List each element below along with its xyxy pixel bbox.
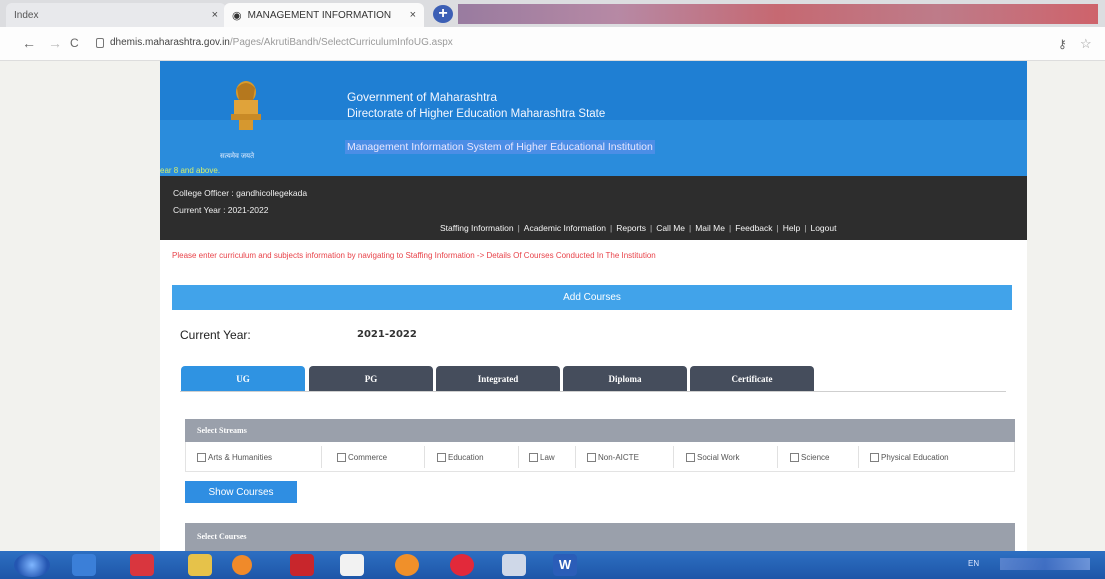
tab-title: Index [14,9,39,21]
system-tray-language[interactable]: EN [968,559,979,568]
current-year-label: Current Year : 2021-2022 [173,205,269,215]
media-player-icon[interactable] [232,555,252,575]
show-courses-button[interactable]: Show Courses [185,481,297,503]
firefox-icon[interactable] [395,554,419,576]
menu-separator: | [689,223,692,233]
ie-browser-icon[interactable] [72,554,96,576]
checkbox[interactable] [337,453,346,462]
menu-separator: | [517,223,520,233]
url-host: dhemis.maharashtra.gov.in [110,37,230,48]
tab-diploma[interactable]: Diploma [563,366,687,392]
opera-icon[interactable] [450,554,474,576]
stream-commerce[interactable]: Commerce [337,453,387,462]
menu-call-me[interactable]: Call Me [656,223,685,233]
tab-title: MANAGEMENT INFORMATION [247,9,392,21]
government-title: Government of Maharashtra [347,90,498,104]
stream-non-aicte[interactable]: Non-AICTE [587,453,639,462]
tabs-divider [180,391,1006,392]
select-courses-heading: Select Courses [185,523,1015,551]
select-streams-heading: Select Streams [185,419,1015,442]
column-divider [777,446,778,468]
menu-separator: | [804,223,807,233]
stream-label: Social Work [697,453,740,462]
tab-pg[interactable]: PG [309,366,433,392]
stream-label: Non-AICTE [598,453,639,462]
tab-certificate[interactable]: Certificate [690,366,814,392]
browser-tab-mis[interactable]: ◉ MANAGEMENT INFORMATION × [224,3,424,27]
file-explorer-icon[interactable] [188,554,212,576]
checkbox[interactable] [587,453,596,462]
media-app-icon[interactable] [130,554,154,576]
college-officer-label: College Officer : gandhicollegekada [173,188,308,198]
menu-academic-information[interactable]: Academic Information [524,223,606,233]
column-divider [858,446,859,468]
checkbox[interactable] [437,453,446,462]
browser-tab-index[interactable]: Index × [6,3,226,27]
menu-separator: | [609,223,613,233]
contacts-app-icon[interactable] [502,554,526,576]
menu-mail-me[interactable]: Mail Me [695,223,725,233]
stream-label: Law [540,453,555,462]
notice-message: Please enter curriculum and subjects inf… [172,251,656,260]
checkbox[interactable] [197,453,206,462]
stream-science[interactable]: Science [790,453,829,462]
column-divider [673,446,674,468]
menu-reports[interactable]: Reports [616,223,646,233]
checkbox[interactable] [529,453,538,462]
start-button-icon[interactable] [14,553,50,577]
column-divider [518,446,519,468]
close-icon[interactable]: × [410,9,416,21]
checkbox[interactable] [686,453,695,462]
close-icon[interactable]: × [212,9,218,21]
current-year-value: 2021-2022 [357,329,417,340]
state-emblem-icon [231,81,261,130]
menu-separator: | [649,223,653,233]
reload-icon[interactable]: C [70,36,79,50]
tab-integrated[interactable]: Integrated [436,366,560,392]
globe-icon: ◉ [232,9,242,22]
tab-ug[interactable]: UG [181,366,305,392]
checkbox[interactable] [790,453,799,462]
top-menu: Staffing Information | Academic Informati… [440,223,836,233]
stream-label: Arts & Humanities [208,453,273,462]
tab-strip-background [458,4,1098,24]
stream-education[interactable]: Education [437,453,484,462]
mis-title: Management Information System of Higher … [345,140,655,154]
emblem-motto: सत्यमेव जयते [220,153,255,160]
pdf-reader-icon[interactable] [290,554,314,576]
current-year-field-label: Current Year: [180,328,251,342]
forward-arrow-icon[interactable]: → [48,35,62,51]
lock-icon [96,38,104,48]
menu-feedback[interactable]: Feedback [735,223,772,233]
menu-logout[interactable]: Logout [810,223,836,233]
stream-label: Science [801,453,830,462]
url-field[interactable]: dhemis.maharashtra.gov.in/Pages/AkrutiBa… [110,37,453,48]
stream-physical-education[interactable]: Physical Education [870,453,949,462]
word-icon[interactable]: W [553,554,577,576]
chrome-icon[interactable] [340,554,364,576]
new-tab-button[interactable]: + [433,5,453,23]
menu-separator: | [776,223,779,233]
stream-label: Commerce [348,453,388,462]
menu-help[interactable]: Help [783,223,800,233]
url-path: /Pages/AkrutiBandh/SelectCurriculumInfoU… [229,37,453,48]
stream-law[interactable]: Law [529,453,555,462]
checkbox[interactable] [870,453,879,462]
stream-arts-humanities[interactable]: Arts & Humanities [197,453,272,462]
marquee-text: ear 8 and above. [160,166,221,175]
column-divider [321,446,322,468]
menu-staffing-information[interactable]: Staffing Information [440,223,514,233]
stream-label: Education [448,453,484,462]
stream-label: Physical Education [881,453,949,462]
column-divider [575,446,576,468]
back-arrow-icon[interactable]: ← [22,35,36,51]
directorate-title: Directorate of Higher Education Maharash… [347,108,606,120]
system-tray-icons [1000,558,1090,570]
key-icon[interactable]: ⚷ [1058,37,1067,51]
stream-social-work[interactable]: Social Work [686,453,740,462]
column-divider [424,446,425,468]
bookmark-star-icon[interactable]: ☆ [1080,36,1092,52]
menu-separator: | [728,223,732,233]
add-courses-header: Add Courses [172,285,1012,310]
